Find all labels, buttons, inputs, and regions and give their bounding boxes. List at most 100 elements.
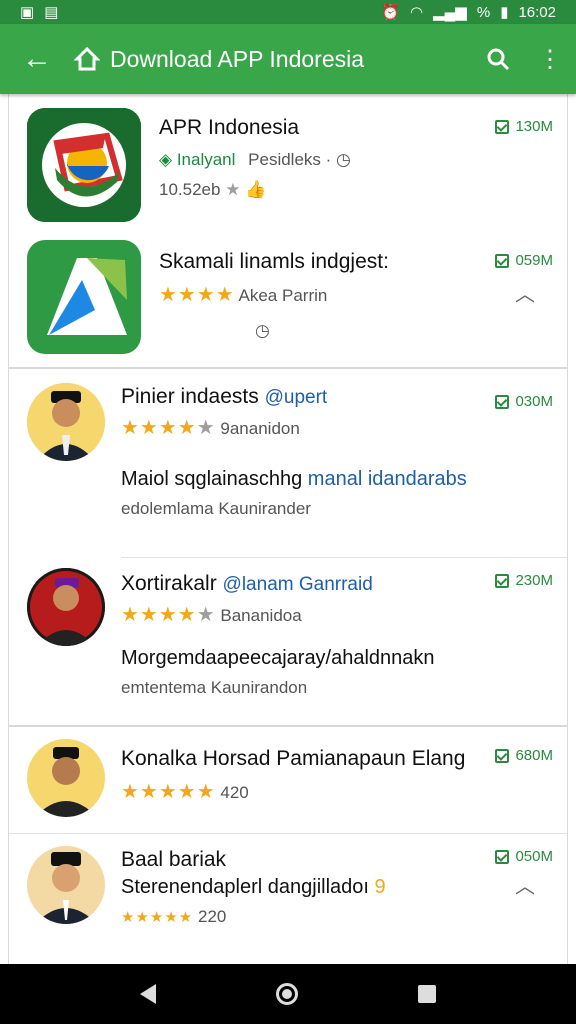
like-icon: 👍: [245, 180, 267, 199]
developer-name: Inalyanl: [176, 150, 236, 169]
person-icon: [27, 568, 105, 646]
battery-icon: ▮: [500, 4, 509, 21]
desc-text: Maiol sqglainaschhg: [121, 468, 303, 490]
clock-icon: ◷: [255, 321, 270, 340]
check-icon: [495, 253, 510, 268]
arrow-left-icon: ←: [22, 42, 52, 75]
posts-group: Pinier indaests @upert ★★★★★ 9ananidon M…: [8, 368, 568, 726]
rating-stars: ★★★★★: [121, 604, 216, 626]
house-icon: [74, 46, 100, 71]
rating-stars: ★★★★: [159, 284, 235, 306]
person-icon: [27, 846, 105, 924]
info-row: ◷: [159, 321, 567, 341]
app-icon: [27, 240, 141, 354]
list-item[interactable]: APR Indonesia ◈ Inalyanl Pesidleks · ◷ 1…: [9, 94, 567, 230]
nav-recents-icon[interactable]: [418, 985, 436, 1003]
size-value: 230M: [515, 572, 553, 589]
rating-row: ★★★★★ Bananidoa: [121, 602, 567, 627]
size-label: 130M: [495, 118, 553, 135]
person-icon: [27, 383, 105, 461]
post-desc: Morgemdaapeecajaray/ahaldnnakn: [121, 647, 435, 669]
battery-text: %: [476, 3, 491, 21]
collapse-icon[interactable]: ︿: [515, 870, 535, 899]
wifi-icon: ◠: [410, 4, 424, 21]
post-desc: Maiol sqglainaschhg manal idandarabs: [121, 468, 567, 491]
size-label: 059M: [495, 252, 553, 269]
size-label: 030M: [495, 393, 553, 410]
back-button[interactable]: ←: [0, 24, 74, 94]
collapse-icon[interactable]: ︿: [515, 278, 535, 307]
post-handle[interactable]: @upert: [265, 387, 328, 408]
list-item[interactable]: Skamali linamls indgjest: ★★★★ Akea Parr…: [9, 230, 567, 368]
post-meta: emtentema Kaunirandon: [121, 678, 308, 697]
search-button[interactable]: [472, 24, 524, 94]
post-subtitle: Sterenendaplerl dangjilladoı 9: [121, 876, 567, 899]
size-label: 680M: [495, 747, 553, 764]
rating-stars: ★★★★★: [121, 909, 194, 926]
size-label: 050M: [495, 848, 553, 865]
avatar: [27, 568, 105, 646]
post-title-text: Xortirakalr: [121, 572, 217, 595]
rating-row: ★★★★ Akea Parrin: [159, 282, 567, 307]
desc-link[interactable]: manal idandarabs: [308, 468, 467, 490]
clock: 16:02: [518, 3, 556, 21]
app-bar: ← Download APP Indoresia ⋮: [0, 24, 576, 94]
person-icon: [27, 739, 105, 817]
size-label: 230M: [495, 572, 553, 589]
app-meta: 10.52eb: [159, 180, 221, 199]
more-button[interactable]: ⋮: [524, 24, 576, 94]
rating-row: ★★★★★ 9ananidon: [121, 415, 567, 440]
list-item[interactable]: Konalka Horsad Pamianapaun Elang ★★★★★ 4…: [9, 727, 567, 834]
check-icon: [495, 119, 510, 134]
developer-suffix: Pesidleks ·: [248, 150, 332, 169]
rating-stars: ★★★★★: [121, 781, 216, 803]
item-content: Xortirakalr @lanam Ganrraid ★★★★★ Banani…: [121, 572, 567, 698]
post-title-text: Pinier indaests: [121, 385, 259, 408]
post-subtitle-text: Sterenendaplerl dangjilladoı: [121, 876, 369, 898]
list-item[interactable]: Xortirakalr @lanam Ganrraid ★★★★★ Banani…: [9, 558, 567, 727]
rating-row: ★★★★★ 420: [121, 779, 567, 804]
nav-back-icon[interactable]: [140, 984, 156, 1004]
size-value: 030M: [515, 393, 553, 410]
clock-icon: ◷: [336, 150, 351, 169]
signal-icon: ▂▄▆: [433, 4, 467, 21]
check-icon: [495, 573, 510, 588]
app-logo-icon: [27, 240, 141, 354]
gallery-icon: ▤: [44, 4, 59, 21]
title-wrap: Download APP Indoresia: [74, 46, 472, 73]
post-meta: edolemlama Kaunirander: [121, 499, 311, 518]
apps-group: APR Indonesia ◈ Inalyanl Pesidleks · ◷ 1…: [8, 94, 568, 368]
rating-text: 420: [220, 783, 249, 802]
star-icon: ★: [225, 180, 241, 199]
avatar: [27, 739, 105, 817]
developer-row: ◈ Inalyanl Pesidleks · ◷: [159, 150, 567, 170]
post-handle[interactable]: @lanam Ganrraid: [223, 574, 373, 595]
app-icon: [27, 108, 141, 222]
avatar: [27, 846, 105, 924]
check-icon: [495, 394, 510, 409]
size-value: 130M: [515, 118, 553, 135]
search-icon: [487, 48, 510, 71]
rating-stars: ★★★★★: [121, 417, 216, 439]
avatar: [27, 383, 105, 461]
rating-text: Akea Parrin: [238, 286, 328, 305]
status-bar: ▣ ▤ ⏰ ◠ ▂▄▆ % ▮ 16:02: [0, 0, 576, 24]
rating-text: 9ananidon: [220, 419, 300, 438]
post-subtitle-accent: 9: [374, 876, 386, 898]
alarm-icon: ⏰: [381, 4, 401, 21]
rating-text: Bananidoa: [220, 606, 302, 625]
posts-group-2: Konalka Horsad Pamianapaun Elang ★★★★★ 4…: [8, 726, 568, 964]
app-logo-icon: [27, 108, 141, 222]
system-nav-bar: [0, 964, 576, 1024]
list-item[interactable]: Baal bariak Sterenendaplerl dangjilladoı…: [9, 834, 567, 954]
page-title: Download APP Indoresia: [110, 45, 365, 72]
meta-row: 10.52eb ★ 👍: [159, 180, 567, 200]
list-item[interactable]: Pinier indaests @upert ★★★★★ 9ananidon M…: [9, 369, 567, 558]
rating-row: ★★★★★ 220: [121, 907, 567, 927]
more-vert-icon: ⋮: [538, 45, 562, 73]
size-value: 680M: [515, 747, 553, 764]
rating-text: 220: [197, 907, 227, 926]
notification-icon: ▣: [20, 4, 35, 21]
size-value: 050M: [515, 848, 553, 865]
nav-home-icon[interactable]: [276, 983, 298, 1005]
